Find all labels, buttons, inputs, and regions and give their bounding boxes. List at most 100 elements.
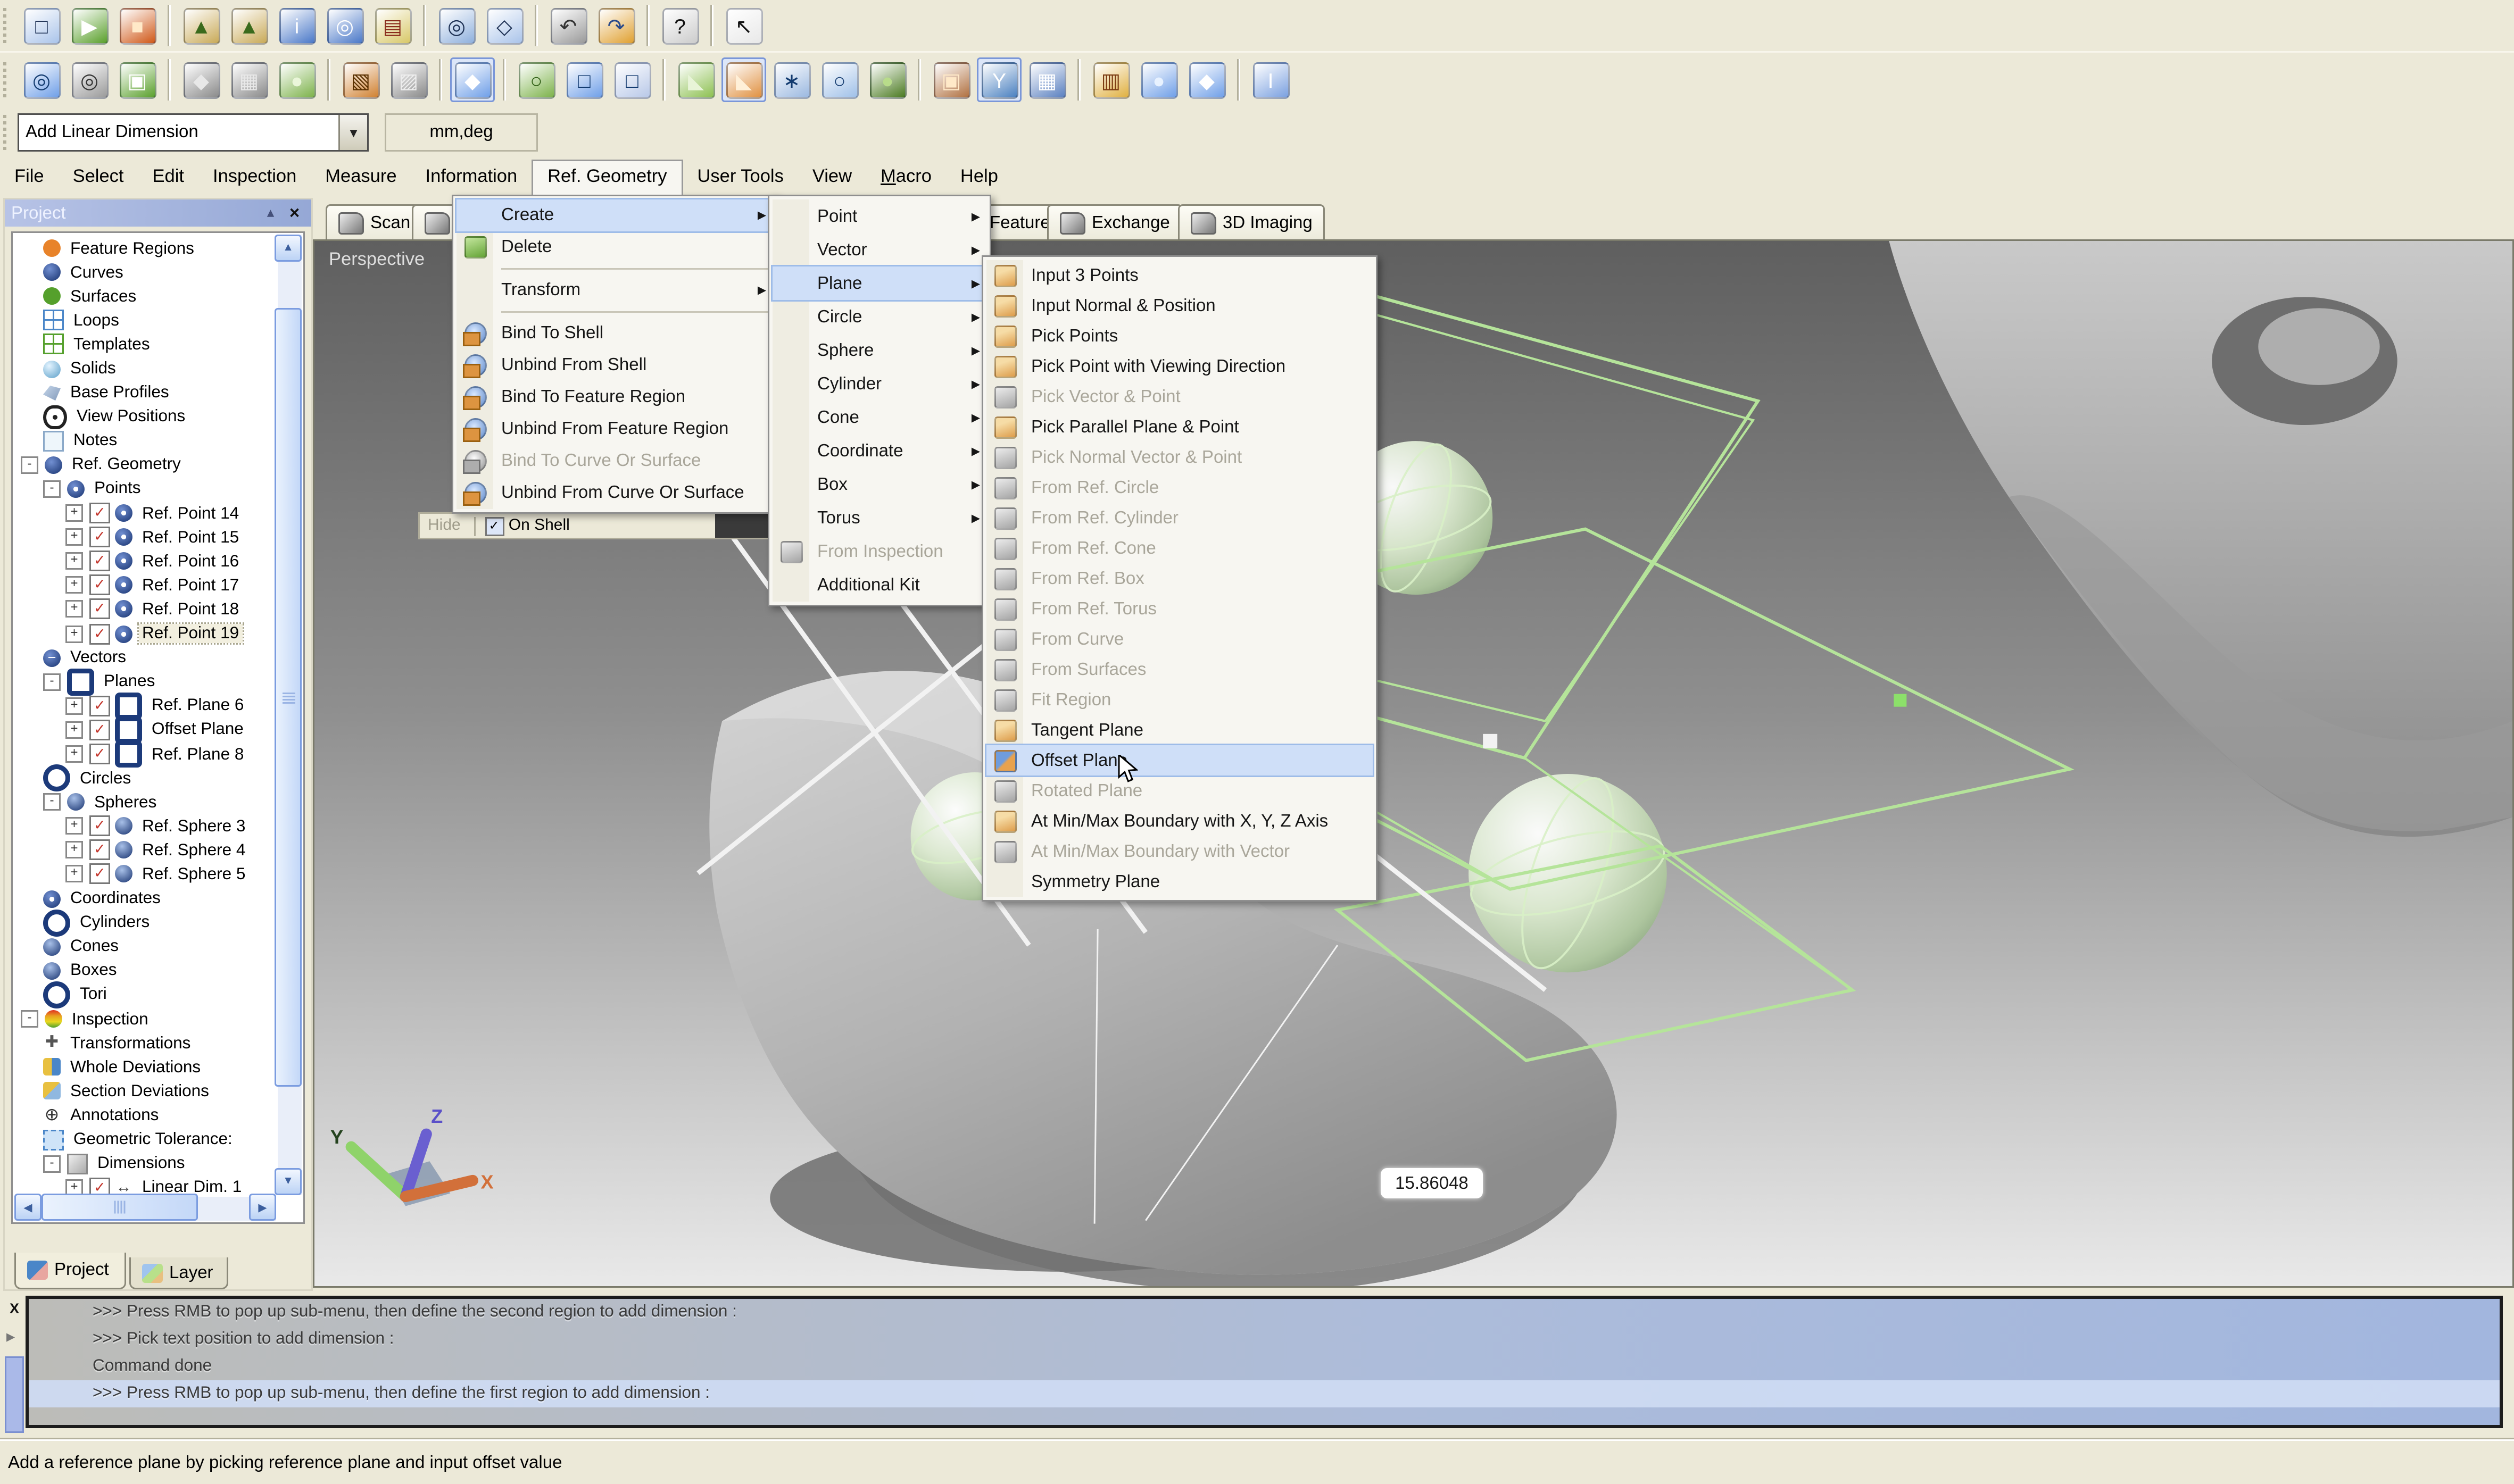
tree-item-dimensions[interactable]: -Dimensions [14, 1152, 276, 1175]
menu-user-tools[interactable]: User Tools [683, 161, 798, 195]
collapse-icon[interactable]: - [21, 1010, 38, 1028]
tree-item-spheres[interactable]: -Spheres [14, 790, 276, 814]
scroll-left-icon[interactable]: ◀ [14, 1194, 42, 1221]
menu-item-input-normal-position[interactable]: Input Normal & Position [986, 290, 1373, 321]
registration-icon[interactable]: ▧ [338, 57, 383, 102]
toolbar-grip[interactable] [3, 8, 11, 43]
scroll-down-icon[interactable]: ▼ [275, 1168, 302, 1195]
import-model-icon[interactable]: ▲ [227, 3, 271, 48]
expand-icon[interactable]: + [65, 529, 83, 546]
tree-item-ref-point-15[interactable]: +✓Ref. Point 15 [14, 525, 276, 549]
visibility-checkbox[interactable]: ✓ [89, 623, 110, 644]
expand-icon[interactable]: + [65, 1179, 83, 1195]
menu-item-vector[interactable]: Vector▶ [773, 233, 986, 266]
menu-item-at-min-max-boundary-with-x-y-z-axis[interactable]: At Min/Max Boundary with X, Y, Z Axis [986, 806, 1373, 836]
menu-item-unbind-from-curve-or-surface[interactable]: Unbind From Curve Or Surface [457, 477, 773, 509]
tree-item-circles[interactable]: Circles [14, 766, 276, 790]
tree-item-tori[interactable]: Tori [14, 983, 276, 1007]
zoom-window-icon[interactable]: ▣ [115, 57, 160, 102]
visibility-checkbox[interactable]: ✓ [89, 599, 110, 620]
chevron-down-icon[interactable]: ▼ [338, 115, 367, 150]
redo-icon[interactable]: ↷ [594, 3, 638, 48]
collapse-icon[interactable]: - [43, 794, 61, 811]
new-document-icon[interactable]: □ [19, 3, 64, 48]
expand-icon[interactable]: + [65, 865, 83, 883]
menu-item-coordinate[interactable]: Coordinate▶ [773, 434, 986, 468]
tree-item-ref-point-17[interactable]: +✓Ref. Point 17 [14, 573, 276, 597]
tree-item-annotations[interactable]: Annotations [14, 1103, 276, 1127]
dimension-value-label[interactable]: 15.86048 [1381, 1168, 1483, 1198]
model-info-icon[interactable]: i [275, 3, 319, 48]
tree-item-offset-plane[interactable]: +✓Offset Plane [14, 718, 276, 742]
menu-macro[interactable]: Macro [866, 161, 946, 195]
menu-item-unbind-from-feature-region[interactable]: Unbind From Feature Region [457, 413, 773, 445]
menu-item-cone[interactable]: Cone▶ [773, 401, 986, 434]
tree-item-linear-dim-1[interactable]: +✓Linear Dim. 1 [14, 1175, 276, 1195]
menu-file[interactable]: File [0, 161, 59, 195]
tree-item-templates[interactable]: Templates [14, 332, 276, 356]
select-cursor-icon[interactable]: ↖ [721, 3, 766, 48]
expand-icon[interactable]: + [65, 504, 83, 522]
region-select-icon[interactable]: ○ [514, 57, 559, 102]
wedge-orange-icon[interactable]: ◣ [721, 57, 766, 102]
expand-icon[interactable]: + [65, 721, 83, 739]
command-combobox[interactable]: Add Linear Dimension ▼ [18, 113, 369, 152]
tree-hscroll-thumb[interactable] [42, 1194, 198, 1221]
menu-item-unbind-from-shell[interactable]: Unbind From Shell [457, 349, 773, 381]
menu-item-pick-parallel-plane-point[interactable]: Pick Parallel Plane & Point [986, 412, 1373, 442]
section-view-icon[interactable]: □ [562, 57, 607, 102]
menu-item-pick-point-with-viewing-direction[interactable]: Pick Point with Viewing Direction [986, 351, 1373, 381]
expand-icon[interactable]: + [65, 745, 83, 763]
menu-item-circle[interactable]: Circle▶ [773, 300, 986, 334]
measure-tripod-icon[interactable]: Y [977, 57, 1022, 102]
menu-view[interactable]: View [798, 161, 866, 195]
tree-vscroll-thumb[interactable] [275, 308, 302, 1087]
menu-item-plane[interactable]: Plane▶ [773, 266, 986, 300]
visibility-checkbox[interactable]: ✓ [89, 527, 110, 548]
tab-exchange[interactable]: Exchange [1047, 204, 1183, 239]
menu-item-delete[interactable]: Delete [457, 231, 773, 263]
tree-item-ref-sphere-5[interactable]: +✓Ref. Sphere 5 [14, 862, 276, 886]
menu-item-input-3-points[interactable]: Input 3 Points [986, 260, 1373, 290]
tree-item-ref-sphere-3[interactable]: +✓Ref. Sphere 3 [14, 814, 276, 838]
mesh-subdivide-icon[interactable]: ▦ [227, 57, 271, 102]
mesh-grid-icon[interactable]: ▦ [1025, 57, 1069, 102]
tree-item-inspection[interactable]: -Inspection [14, 1007, 276, 1031]
caliper-icon[interactable]: I [1248, 57, 1293, 102]
expand-icon[interactable]: + [65, 577, 83, 594]
tree-item-whole-deviations[interactable]: Whole Deviations [14, 1055, 276, 1079]
pan-view-icon[interactable]: ◎ [67, 57, 112, 102]
tree-item-ref-point-16[interactable]: +✓Ref. Point 16 [14, 549, 276, 573]
menu-item-symmetry-plane[interactable]: Symmetry Plane [986, 866, 1373, 897]
wedge-green-icon[interactable]: ◣ [674, 57, 718, 102]
import-icon[interactable]: ▶ [67, 3, 112, 48]
print-preview-icon[interactable]: ◎ [434, 3, 479, 48]
tree-item-loops[interactable]: Loops [14, 309, 276, 332]
toolbar-grip[interactable] [3, 115, 11, 150]
tree-item-geometric-tolerance[interactable]: Geometric Tolerance: [14, 1127, 276, 1151]
visibility-checkbox[interactable]: ✓ [89, 503, 110, 523]
console-scrollbar[interactable] [5, 1356, 24, 1433]
menu-item-bind-to-feature-region[interactable]: Bind To Feature Region [457, 381, 773, 413]
panel-collapse-icon[interactable]: ▴ [260, 203, 281, 223]
menu-item-create[interactable]: Create▶ [457, 199, 773, 231]
tree-item-ref-geometry[interactable]: -Ref. Geometry [14, 453, 276, 477]
console-expand-icon[interactable]: ▶ [6, 1331, 15, 1344]
ellipsoid-icon[interactable]: ● [865, 57, 910, 102]
collapse-icon[interactable]: - [43, 1155, 61, 1172]
spray-points-icon[interactable]: ∗ [769, 57, 814, 102]
save-icon[interactable]: ■ [115, 3, 160, 48]
tree-item-cylinders[interactable]: Cylinders [14, 911, 276, 935]
menu-item-sphere[interactable]: Sphere▶ [773, 334, 986, 367]
export-model-icon[interactable]: ▲ [179, 3, 223, 48]
collapse-icon[interactable]: - [43, 673, 61, 690]
menu-item-bind-to-shell[interactable]: Bind To Shell [457, 318, 773, 349]
tree-item-ref-point-19[interactable]: +✓Ref. Point 19 [14, 622, 276, 646]
unit-button[interactable]: mm,deg [385, 113, 538, 152]
tree-item-coordinates[interactable]: Coordinates [14, 887, 276, 911]
expand-icon[interactable]: + [65, 553, 83, 570]
menu-inspection[interactable]: Inspection [198, 161, 311, 195]
menu-item-transform[interactable]: Transform▶ [457, 274, 773, 306]
expand-icon[interactable]: + [65, 625, 83, 643]
tree-item-feature-regions[interactable]: Feature Regions [14, 236, 276, 260]
